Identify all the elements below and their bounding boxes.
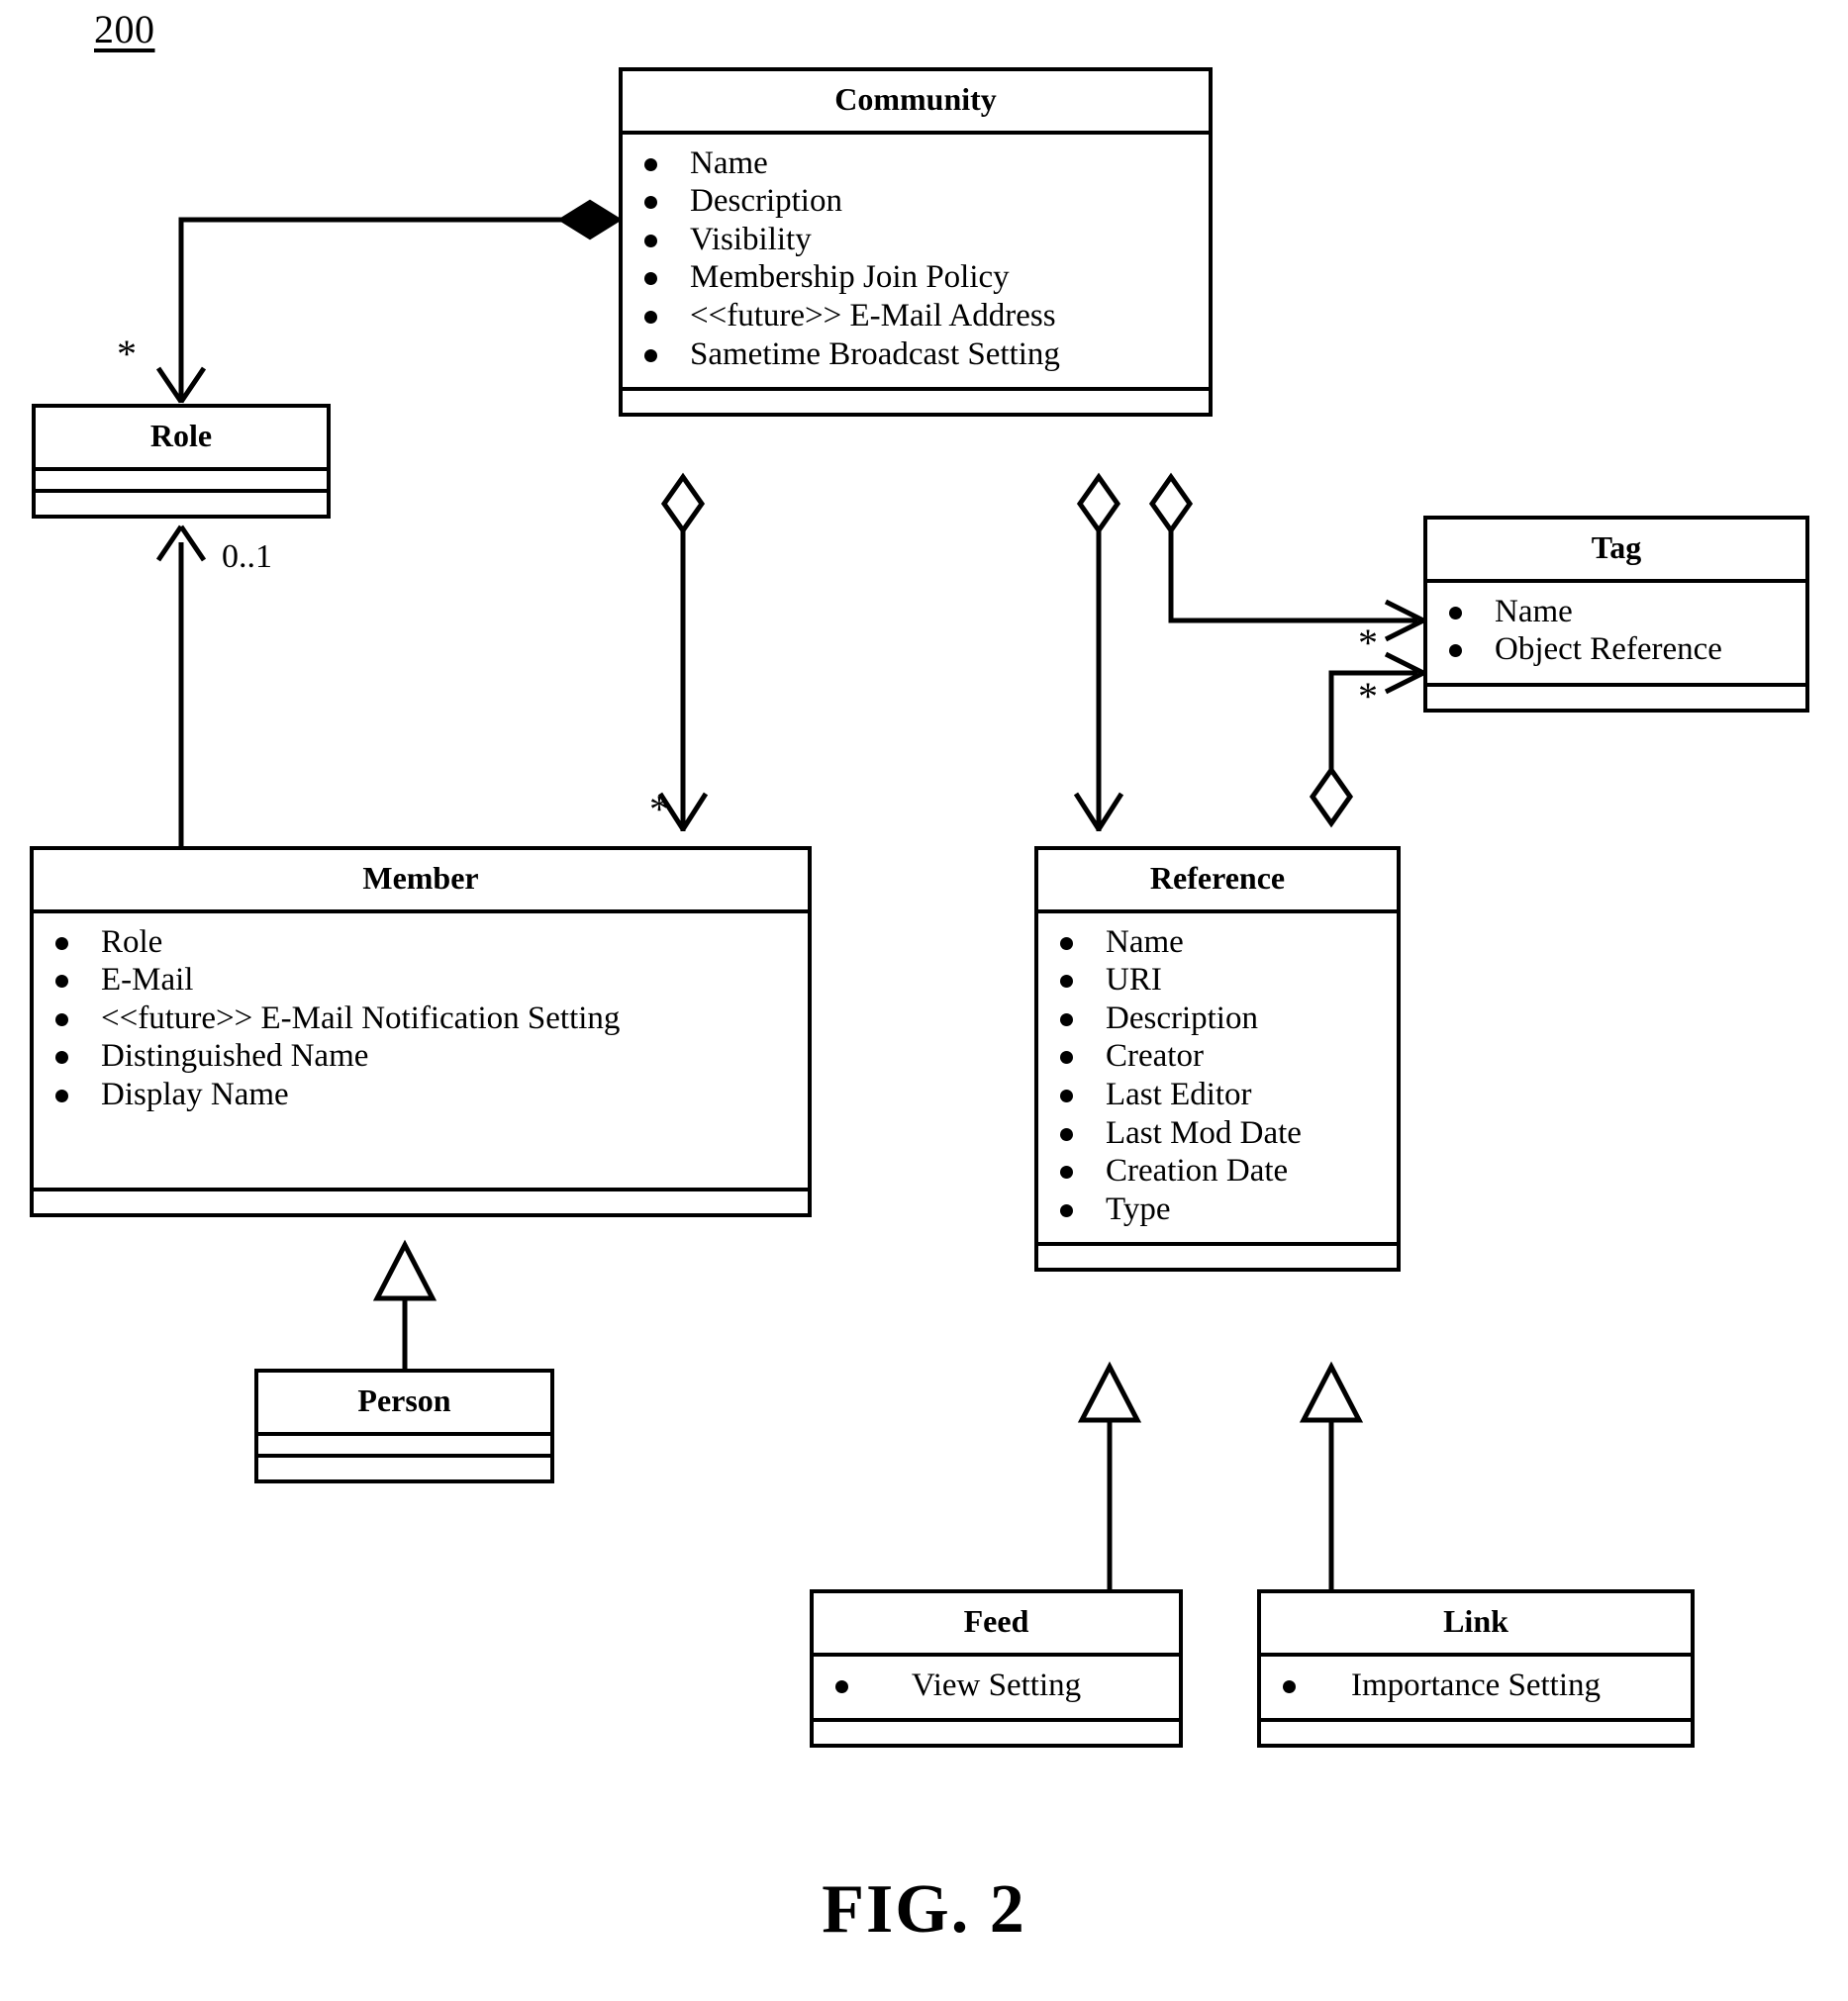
attribute-item: Creation Date [1038,1152,1397,1191]
class-name-reference: Reference [1038,850,1397,913]
edge-community-tag [1148,472,1425,642]
attribute-item: Object Reference [1427,630,1805,669]
class-box-member[interactable]: Member Role E-Mail <<future>> E-Mail Not… [30,846,812,1217]
figure-canvas: 200 Role --> Role --> Member --> [0,0,1848,2001]
edge-person-member [372,1239,438,1369]
attribute-item: URI [1038,961,1397,1000]
edge-community-role [155,199,623,404]
attribute-item: <<future>> E-Mail Notification Setting [34,1000,808,1038]
multiplicity-reference-tag: * [1358,674,1378,718]
attribute-item: View Setting [814,1667,1179,1705]
class-box-person[interactable]: Person [254,1369,554,1483]
class-name-link: Link [1261,1593,1691,1657]
class-operations-feed [814,1722,1179,1744]
class-attributes-community: Name Description Visibility Membership J… [623,135,1209,392]
class-box-tag[interactable]: Tag Name Object Reference [1423,516,1809,713]
attribute-item: Last Mod Date [1038,1114,1397,1153]
class-attributes-reference: Name URI Description Creator Last Editor… [1038,913,1397,1247]
class-attributes-tag: Name Object Reference [1427,583,1805,687]
class-name-tag: Tag [1427,520,1805,583]
edge-feed-reference [1077,1361,1142,1589]
attribute-item: Name [623,144,1209,183]
class-box-feed[interactable]: Feed View Setting [810,1589,1183,1749]
multiplicity-member-role: 0..1 [222,538,272,575]
attribute-item: Name [1427,593,1805,631]
multiplicity-community-tag: * [1358,620,1378,665]
edge-member-role [155,524,207,846]
multiplicity-community-role: * [117,332,137,376]
class-operations-member [34,1191,808,1213]
edge-community-member [657,472,709,831]
attribute-item: Description [1038,1000,1397,1038]
attribute-item: Importance Setting [1261,1667,1691,1705]
class-operations-community [623,391,1209,413]
attribute-item: Distinguished Name [34,1037,808,1076]
attribute-item: Membership Join Policy [623,258,1209,297]
class-attributes-link: Importance Setting [1261,1657,1691,1723]
class-name-feed: Feed [814,1593,1179,1657]
attribute-item: Display Name [34,1076,808,1114]
class-operations-link [1261,1722,1691,1744]
figure-number: 200 [94,7,155,51]
class-operations-tag [1427,687,1805,709]
class-box-link[interactable]: Link Importance Setting [1257,1589,1695,1749]
attribute-item: Type [1038,1191,1397,1229]
class-operations-person [258,1458,550,1479]
attribute-item: Sametime Broadcast Setting [623,335,1209,374]
attribute-item: Visibility [623,221,1209,259]
class-box-reference[interactable]: Reference Name URI Description Creator L… [1034,846,1401,1273]
class-attributes-person [258,1436,550,1458]
class-box-role[interactable]: Role [32,404,331,519]
multiplicity-community-member: * [649,787,669,831]
edge-link-reference [1299,1361,1364,1589]
class-box-community[interactable]: Community Name Description Visibility Me… [619,67,1213,418]
class-name-person: Person [258,1373,550,1436]
class-attributes-feed: View Setting [814,1657,1179,1723]
attribute-item: Role [34,923,808,962]
class-attributes-member: Role E-Mail <<future>> E-Mail Notificati… [34,913,808,1191]
class-operations-reference [1038,1246,1397,1268]
attribute-item: Name [1038,923,1397,962]
class-operations-role [36,493,327,515]
attribute-item: Last Editor [1038,1076,1397,1114]
figure-caption: FIG. 2 [822,1871,1026,1948]
attribute-item: Description [623,182,1209,221]
class-name-role: Role [36,408,327,471]
class-name-community: Community [623,71,1209,135]
attribute-item: E-Mail [34,961,808,1000]
attribute-item: Creator [1038,1037,1397,1076]
edge-community-reference [1073,472,1124,831]
class-name-member: Member [34,850,808,913]
attribute-item: <<future>> E-Mail Address [623,297,1209,335]
class-attributes-role [36,471,327,493]
